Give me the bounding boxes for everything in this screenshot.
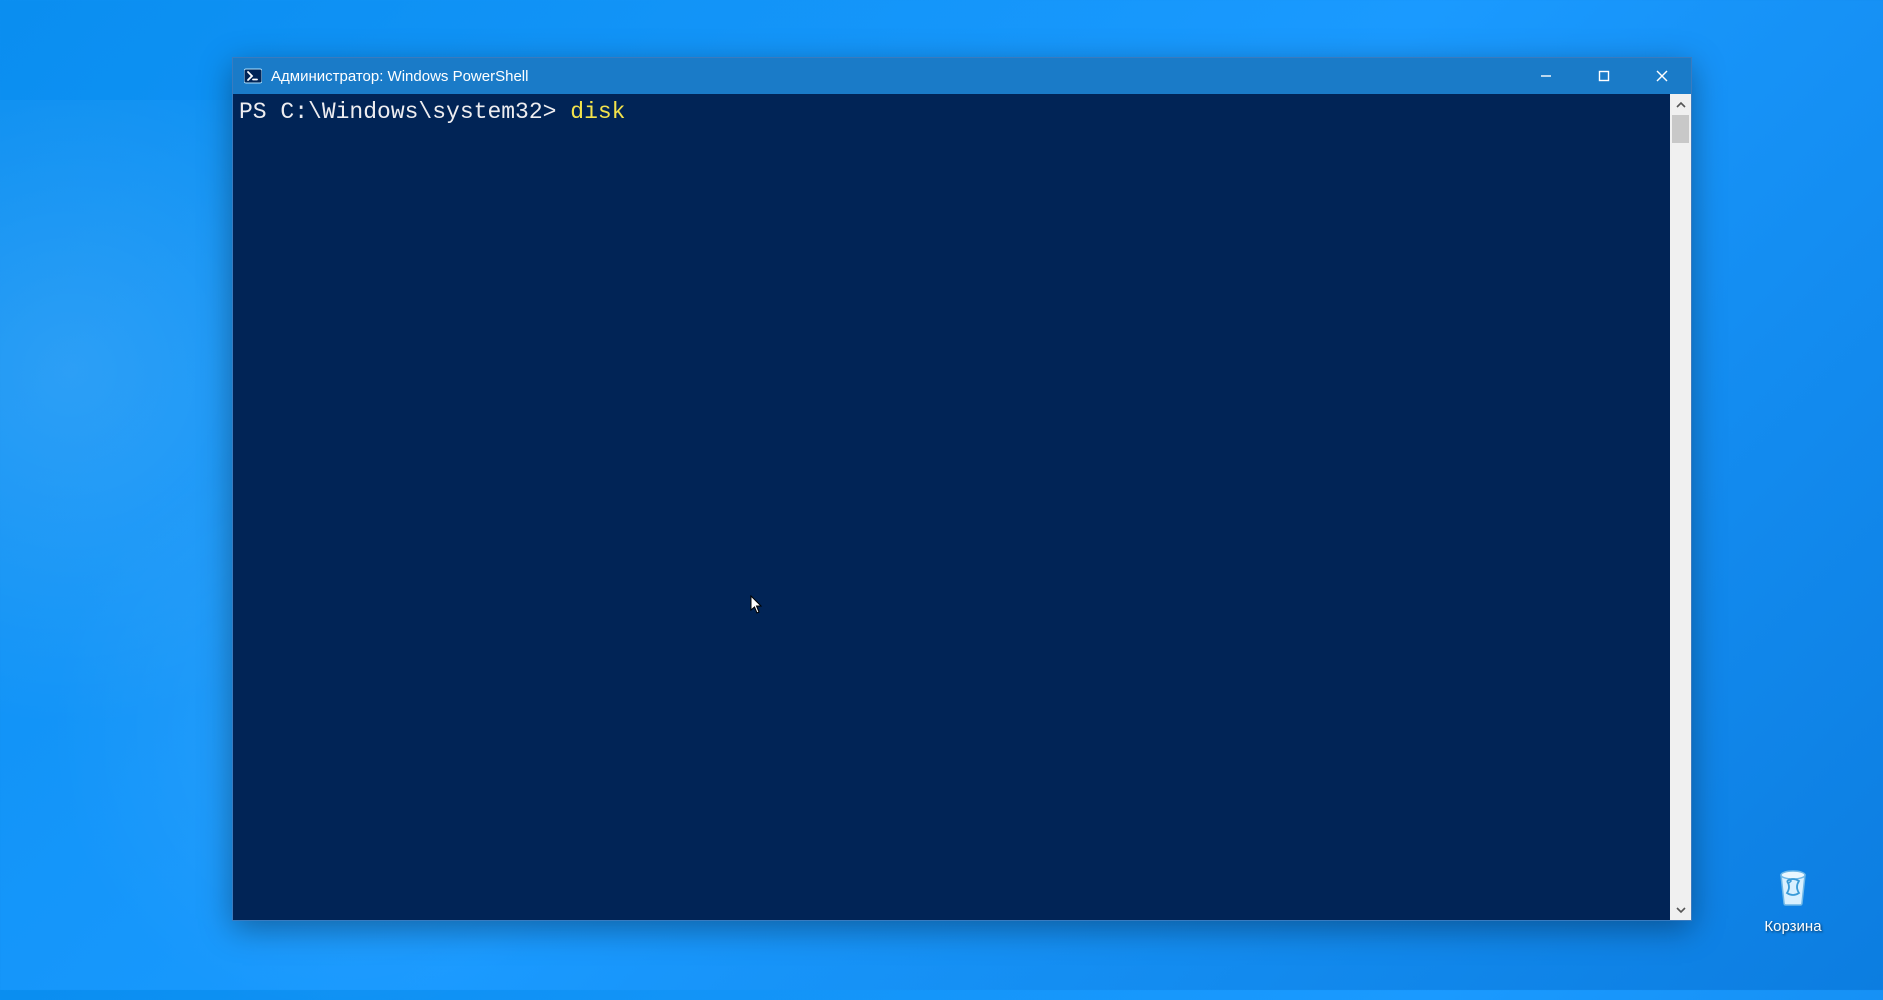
scroll-up-arrow[interactable]	[1670, 94, 1691, 115]
recycle-bin-icon	[1766, 858, 1820, 912]
chevron-down-icon	[1676, 905, 1686, 915]
close-button[interactable]	[1633, 58, 1691, 94]
vertical-scrollbar[interactable]	[1670, 94, 1691, 920]
recycle-bin[interactable]: Корзина	[1748, 858, 1838, 935]
terminal-area: PS C:\Windows\system32> disk	[233, 94, 1691, 920]
scroll-down-arrow[interactable]	[1670, 899, 1691, 920]
powershell-window: Администратор: Windows PowerShell PS C:\…	[232, 57, 1692, 921]
close-icon	[1656, 70, 1668, 82]
titlebar[interactable]: Администратор: Windows PowerShell	[233, 58, 1691, 94]
minimize-icon	[1540, 70, 1552, 82]
prompt-text: PS C:\Windows\system32>	[239, 99, 570, 125]
command-text: disk	[570, 99, 625, 125]
scrollbar-track[interactable]	[1670, 115, 1691, 899]
chevron-up-icon	[1676, 100, 1686, 110]
window-title: Администратор: Windows PowerShell	[271, 68, 528, 85]
recycle-bin-label: Корзина	[1764, 918, 1821, 935]
terminal-output[interactable]: PS C:\Windows\system32> disk	[233, 94, 1670, 920]
maximize-button[interactable]	[1575, 58, 1633, 94]
scrollbar-thumb[interactable]	[1672, 115, 1689, 143]
powershell-icon	[243, 66, 263, 86]
maximize-icon	[1598, 70, 1610, 82]
minimize-button[interactable]	[1517, 58, 1575, 94]
